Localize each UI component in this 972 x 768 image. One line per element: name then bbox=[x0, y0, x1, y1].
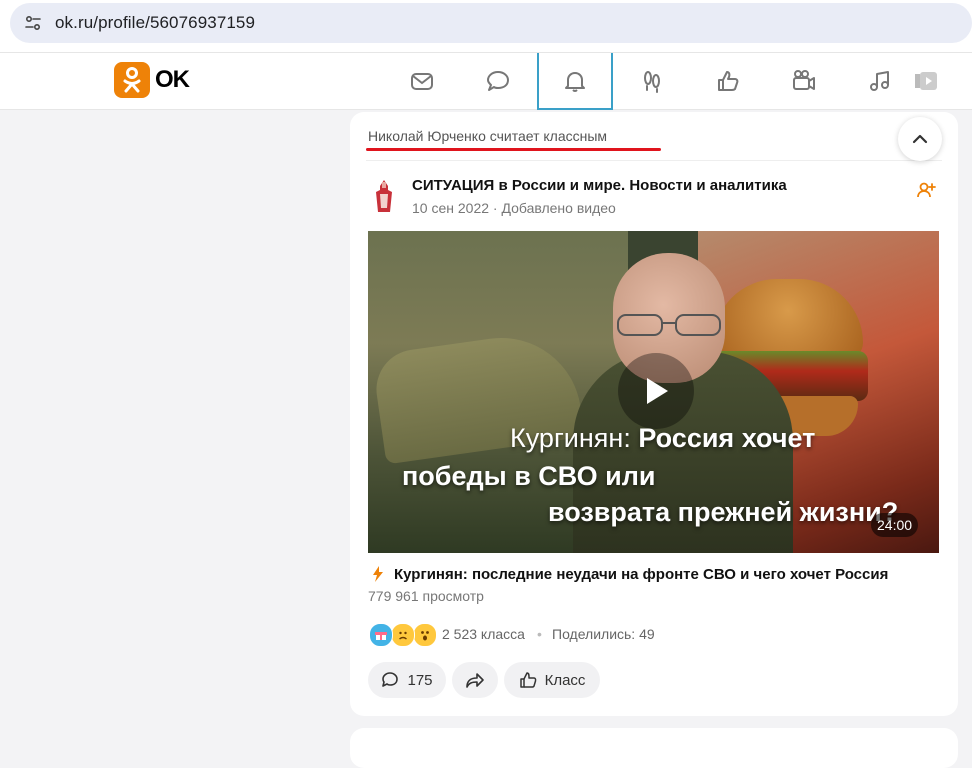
collapse-button[interactable] bbox=[898, 117, 942, 161]
marks-icon[interactable] bbox=[690, 53, 766, 109]
add-friend-icon[interactable] bbox=[916, 180, 936, 200]
notifications-icon[interactable] bbox=[537, 53, 613, 110]
group-avatar[interactable] bbox=[372, 178, 396, 216]
share-button[interactable] bbox=[452, 662, 498, 698]
likes-count[interactable]: 2 523 класса bbox=[442, 626, 525, 642]
address-field[interactable]: ok.ru/profile/56076937159 bbox=[10, 3, 972, 43]
wow-reaction-icon bbox=[413, 623, 437, 647]
ok-logo-text[interactable]: OK bbox=[155, 66, 190, 94]
guests-icon[interactable] bbox=[614, 53, 690, 109]
like-label: Класс bbox=[544, 671, 586, 689]
video-icon[interactable] bbox=[766, 53, 842, 109]
play-button[interactable] bbox=[618, 353, 694, 429]
play-icon[interactable] bbox=[896, 53, 956, 109]
thumbs-up-icon bbox=[519, 672, 536, 688]
feed-post-card: Николай Юрченко считает классным СИТУАЦИ… bbox=[350, 112, 958, 716]
play-icon-large bbox=[647, 378, 668, 404]
ok-logo-icon[interactable] bbox=[114, 62, 150, 98]
video-overlay-line-2: победы в СВО или bbox=[402, 461, 656, 491]
lightning-icon bbox=[372, 566, 384, 582]
highlight-underline bbox=[366, 148, 661, 151]
video-overlay-line-1: Кургинян: Россия хочет bbox=[510, 423, 816, 453]
video-duration: 24:00 bbox=[871, 513, 919, 537]
next-feed-card bbox=[350, 728, 958, 768]
divider bbox=[366, 160, 942, 161]
post-meta: 10 сен 2022 · Добавлено видео bbox=[412, 200, 616, 216]
site-header: OK bbox=[0, 52, 972, 110]
chevron-up-icon bbox=[912, 134, 928, 144]
sad-reaction-icon bbox=[391, 623, 415, 647]
meta-separator: • bbox=[537, 626, 542, 642]
video-thumbnail-glasses bbox=[617, 314, 721, 336]
video-overlay-line-3: возврата прежней жизни? bbox=[548, 497, 899, 527]
comment-icon bbox=[382, 672, 399, 687]
video-title[interactable]: Кургинян: последние неудачи на фронте СВ… bbox=[394, 566, 888, 583]
discussions-icon[interactable] bbox=[460, 53, 536, 109]
messages-icon[interactable] bbox=[384, 53, 460, 109]
site-settings-icon[interactable] bbox=[22, 12, 44, 34]
like-button[interactable]: Класс bbox=[504, 662, 600, 698]
shares-count[interactable]: Поделились: 49 bbox=[552, 626, 655, 642]
browser-address-bar: ok.ru/profile/56076937159 bbox=[0, 0, 972, 52]
reactions-stack[interactable] bbox=[369, 623, 439, 647]
gift-reaction-icon bbox=[369, 623, 393, 647]
comments-button[interactable]: 175 bbox=[368, 662, 446, 698]
comments-count: 175 bbox=[407, 671, 433, 689]
video-player[interactable]: Кургинян: Россия хочет победы в СВО или … bbox=[368, 231, 939, 553]
liked-by-text[interactable]: Николай Юрченко считает классным bbox=[368, 128, 607, 144]
view-count: 779 961 просмотр bbox=[368, 588, 484, 604]
url-text[interactable]: ok.ru/profile/56076937159 bbox=[55, 13, 255, 33]
share-arrow-icon bbox=[466, 673, 484, 688]
group-name[interactable]: СИТУАЦИЯ в России и мире. Новости и анал… bbox=[412, 177, 787, 194]
